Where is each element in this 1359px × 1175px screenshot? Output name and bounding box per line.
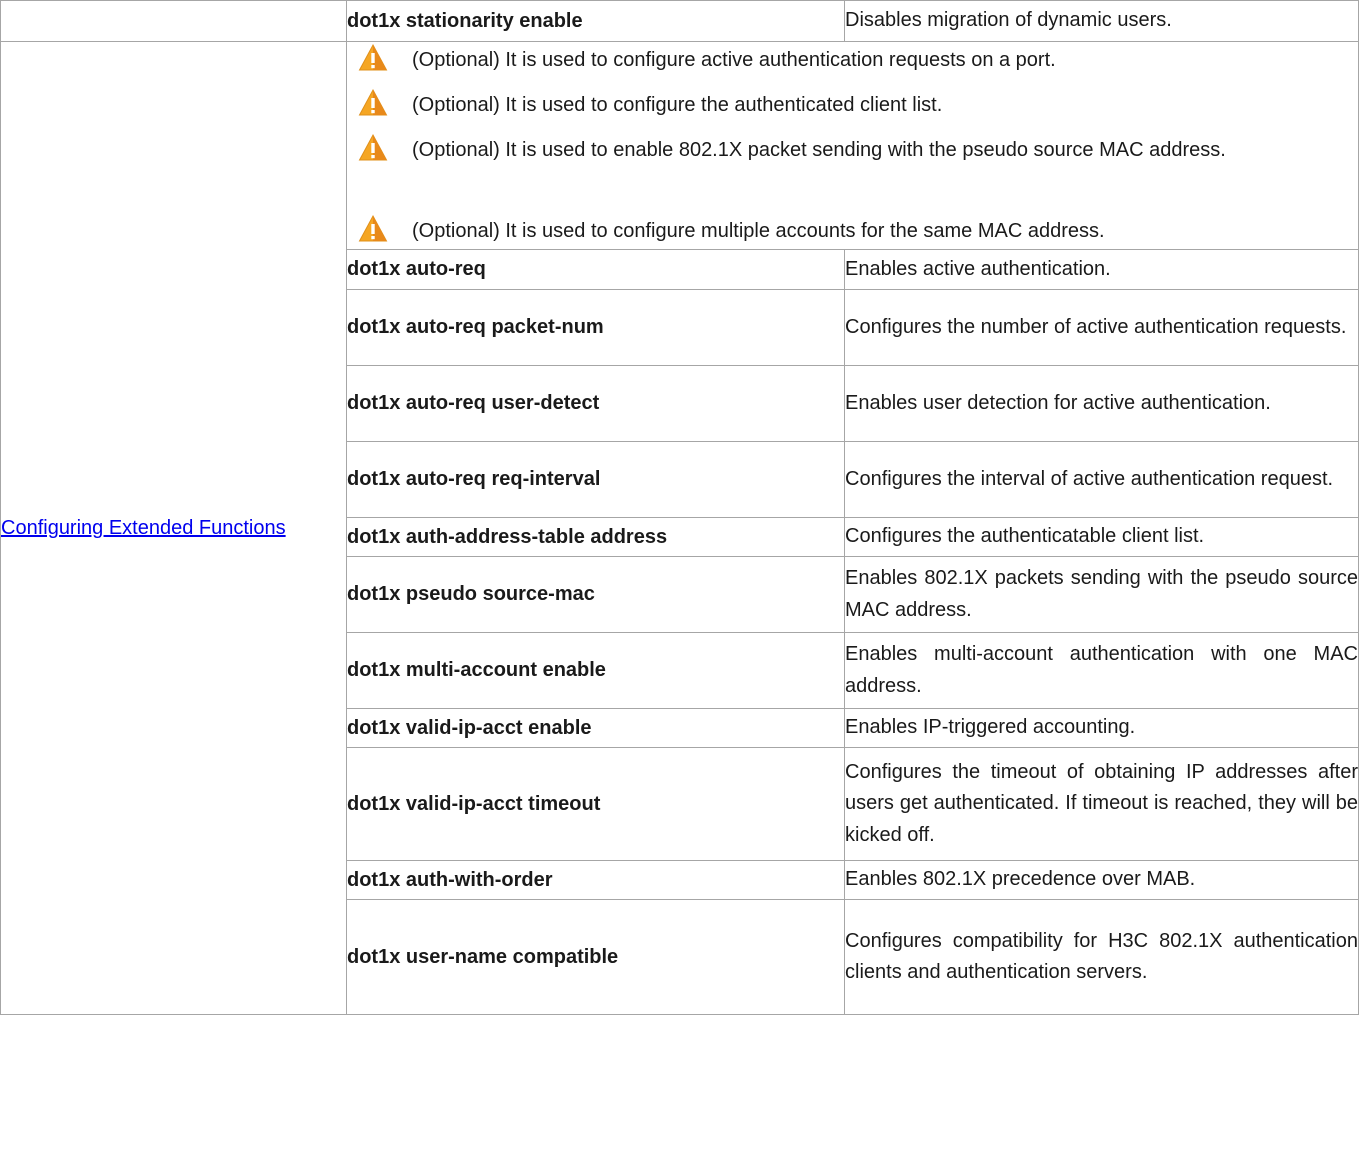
description-cell: Enables active authentication.	[844, 249, 1359, 290]
command-cell: dot1x auto-req packet-num	[346, 289, 845, 366]
command-cell: dot1x valid-ip-acct enable	[346, 708, 845, 748]
configuring-extended-functions-link[interactable]: Configuring Extended Functions	[1, 510, 346, 546]
description-cell: Configures the authenticatable client li…	[844, 517, 1359, 557]
command-cell: dot1x pseudo source-mac	[346, 556, 845, 633]
description-cell: Enables IP-triggered accounting.	[844, 708, 1359, 748]
description-cell: Enables multi-account authentication wit…	[844, 632, 1359, 709]
command-cell: dot1x auto-req req-interval	[346, 441, 845, 518]
notes-cell: (Optional) It is used to configure activ…	[346, 41, 1359, 250]
note-item: (Optional) It is used to configure activ…	[347, 42, 1358, 78]
command-cell: dot1x user-name compatible	[346, 899, 845, 1015]
command-cell: dot1x stationarity enable	[346, 0, 845, 42]
description-cell: Enables user detection for active authen…	[844, 365, 1359, 442]
empty-task-cell	[0, 0, 347, 42]
note-item: (Optional) It is used to configure multi…	[347, 213, 1358, 249]
command-cell: dot1x auth-with-order	[346, 860, 845, 900]
command-cell: dot1x auto-req user-detect	[346, 365, 845, 442]
warning-icon	[358, 43, 388, 71]
note-text: (Optional) It is used to enable 802.1X p…	[412, 139, 1226, 161]
command-cell: dot1x auto-req	[346, 249, 845, 290]
description-cell: Configures the interval of active authen…	[844, 441, 1359, 518]
note-item: (Optional) It is used to configure the a…	[347, 87, 1358, 123]
warning-icon	[358, 133, 388, 161]
command-cell: dot1x auth-address-table address	[346, 517, 845, 557]
description-cell: Configures the timeout of obtaining IP a…	[844, 747, 1359, 861]
note-item: (Optional) It is used to enable 802.1X p…	[347, 132, 1358, 204]
warning-icon	[358, 88, 388, 116]
command-cell: dot1x valid-ip-acct timeout	[346, 747, 845, 861]
task-cell: Configuring Extended Functions	[0, 41, 347, 1015]
description-cell: Eanbles 802.1X precedence over MAB.	[844, 860, 1359, 900]
note-text: (Optional) It is used to configure activ…	[412, 49, 1056, 71]
config-table: dot1x stationarity enable Disables migra…	[0, 0, 1359, 1015]
command-cell: dot1x multi-account enable	[346, 632, 845, 709]
table-row: dot1x stationarity enable Disables migra…	[0, 0, 1359, 42]
description-cell: Disables migration of dynamic users.	[844, 0, 1359, 42]
description-cell: Configures compatibility for H3C 802.1X …	[844, 899, 1359, 1015]
description-cell: Configures the number of active authenti…	[844, 289, 1359, 366]
warning-icon	[358, 214, 388, 242]
notes-row: Configuring Extended Functions (Optional…	[0, 41, 1359, 1015]
description-cell: Enables 802.1X packets sending with the …	[844, 556, 1359, 633]
note-text: (Optional) It is used to configure the a…	[412, 94, 943, 116]
note-text: (Optional) It is used to configure multi…	[412, 220, 1105, 242]
